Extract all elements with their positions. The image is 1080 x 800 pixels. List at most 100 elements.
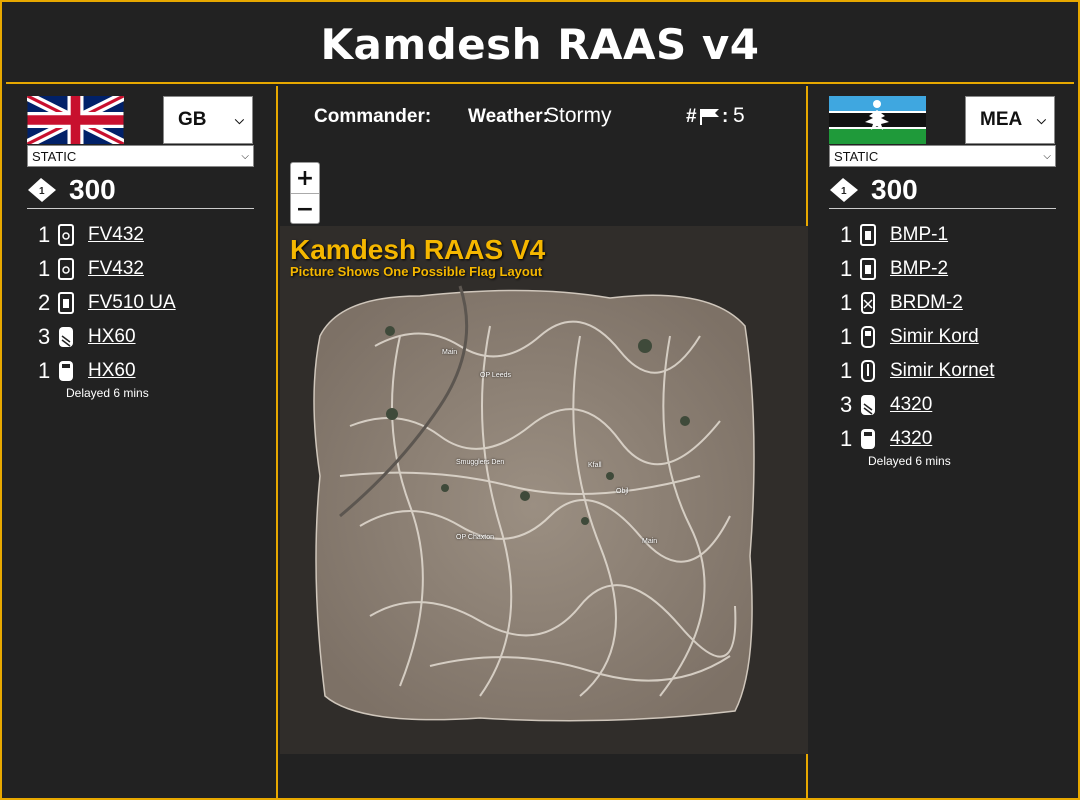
left-team-panel: GB ⌵ STATIC ⌵ 1 300 1 FV432 1 FV432 2 FV… xyxy=(6,86,274,798)
right-mode-value: STATIC xyxy=(834,148,879,164)
tracked-ifv-icon xyxy=(860,224,876,246)
unit-link[interactable]: 4320 xyxy=(890,428,932,450)
list-item: 1 HX60 xyxy=(38,354,258,388)
flags-colon: : xyxy=(722,106,729,127)
zoom-out-button[interactable]: − xyxy=(291,193,319,224)
right-team-panel: MEA ⌵ STATIC ⌵ 1 300 1 BMP-1 1 BMP-2 1 B… xyxy=(810,86,1076,798)
delay-note: Delayed 6 mins xyxy=(66,386,149,400)
unit-count: 1 xyxy=(840,426,853,451)
chevron-down-icon: ⌵ xyxy=(1043,150,1051,162)
unit-count: 1 xyxy=(38,256,51,281)
unit-link[interactable]: HX60 xyxy=(88,360,136,382)
page-header: Kamdesh RAAS v4 xyxy=(6,6,1074,84)
right-faction-value: MEA xyxy=(980,109,1023,130)
list-item: 3 4320 xyxy=(840,388,1060,422)
unit-count: 1 xyxy=(840,358,853,383)
unit-count: 1 xyxy=(840,222,853,247)
flags-label: # xyxy=(686,106,697,127)
transport-truck-icon xyxy=(861,429,875,449)
unit-count: 1 xyxy=(840,256,853,281)
ticket-icon: 1 xyxy=(830,178,858,202)
unit-count: 1 xyxy=(840,324,853,349)
map-title: Kamdesh RAAS V4 xyxy=(290,234,546,265)
unit-link[interactable]: 4320 xyxy=(890,394,932,416)
zoom-control: + − xyxy=(290,162,320,224)
list-item: 1 FV432 xyxy=(38,218,258,252)
list-item: 2 FV510 UA xyxy=(38,286,258,320)
transport-truck-icon xyxy=(59,361,73,381)
chevron-down-icon: ⌵ xyxy=(234,112,244,127)
unit-link[interactable]: Simir Kord xyxy=(890,326,979,348)
list-item: 1 BMP-2 xyxy=(840,252,1060,286)
weather-label: Weather: xyxy=(468,106,549,127)
map-flag-label: Main xyxy=(442,349,458,356)
flags-value: 5 xyxy=(733,104,745,127)
right-unit-list: 1 BMP-1 1 BMP-2 1 BRDM-2 1 Simir Kord 1 xyxy=(840,218,1060,468)
tracked-ifv-icon xyxy=(58,292,74,314)
flag-icon xyxy=(700,109,719,125)
unit-count: 1 xyxy=(38,222,51,247)
map-flag-label: Main xyxy=(642,538,658,545)
list-item: 3 HX60 xyxy=(38,320,258,354)
delay-note: Delayed 6 mins xyxy=(868,454,951,468)
weather-value: Stormy xyxy=(545,104,612,127)
left-mode-select[interactable]: STATIC ⌵ xyxy=(27,145,254,167)
svg-text:1: 1 xyxy=(841,186,847,197)
unit-link[interactable]: FV432 xyxy=(88,258,144,280)
left-faction-select[interactable]: GB ⌵ xyxy=(163,96,253,144)
page-title: Kamdesh RAAS v4 xyxy=(320,19,760,69)
unit-count: 1 xyxy=(38,358,51,383)
unit-link[interactable]: HX60 xyxy=(88,326,136,348)
info-bar: Commander: Weather: Stormy # : 5 xyxy=(314,104,784,134)
list-item: 1 4320 xyxy=(840,422,1060,456)
unit-link[interactable]: BMP-1 xyxy=(890,224,948,246)
unit-link[interactable]: Simir Kornet xyxy=(890,360,995,382)
unit-link[interactable]: FV432 xyxy=(88,224,144,246)
app-frame: Kamdesh RAAS v4 GB ⌵ STATIC ⌵ 1 300 1 FV… xyxy=(0,0,1080,800)
map-flag-label: OP Chaxton xyxy=(456,534,495,541)
zoom-in-button[interactable]: + xyxy=(291,163,319,193)
right-faction-select[interactable]: MEA ⌵ xyxy=(965,96,1055,144)
list-item: 1 BMP-1 xyxy=(840,218,1060,252)
map-flag-label: Kfall xyxy=(588,462,602,469)
list-item: 1 BRDM-2 xyxy=(840,286,1060,320)
list-item: 1 Simir Kord xyxy=(840,320,1060,354)
map-flag-label: Smugglers Den xyxy=(456,459,505,466)
right-tickets-value: 300 xyxy=(871,174,918,205)
wheeled-recon-icon xyxy=(861,292,875,314)
commander-label: Commander: xyxy=(314,106,432,127)
right-mode-select[interactable]: STATIC ⌵ xyxy=(829,145,1056,167)
map-image[interactable]: Kamdesh RAAS V4 Picture Shows One Possib… xyxy=(280,226,808,754)
left-mode-value: STATIC xyxy=(32,148,77,164)
list-item: 1 FV432 xyxy=(38,252,258,286)
tracked-apc-icon xyxy=(58,258,74,280)
list-item: 1 Simir Kornet xyxy=(840,354,1060,388)
unit-count: 2 xyxy=(38,290,51,315)
unit-link[interactable]: FV510 UA xyxy=(88,292,176,314)
tracked-apc-icon xyxy=(58,224,74,246)
unit-link[interactable]: BRDM-2 xyxy=(890,292,963,314)
svg-text:1: 1 xyxy=(39,186,45,197)
map-subtitle: Picture Shows One Possible Flag Layout xyxy=(290,264,543,279)
logistics-truck-icon xyxy=(59,327,73,347)
unit-count: 3 xyxy=(38,324,51,349)
tracked-ifv-icon xyxy=(860,258,876,280)
map-panel: Commander: Weather: Stormy # : 5 + − Kam… xyxy=(276,86,808,798)
left-unit-list: 1 FV432 1 FV432 2 FV510 UA 3 HX60 1 HX60… xyxy=(38,218,258,400)
mea-flag-icon xyxy=(829,96,926,144)
map-flag-label: OP Leeds xyxy=(480,372,512,379)
left-faction-value: GB xyxy=(178,109,207,130)
left-tickets: 1 300 xyxy=(27,172,254,209)
left-tickets-value: 300 xyxy=(69,174,116,205)
atgm-car-icon xyxy=(861,360,875,382)
logistics-truck-icon xyxy=(861,395,875,415)
armed-car-icon xyxy=(861,326,875,348)
map-flag-label: Objl xyxy=(616,488,629,495)
unit-link[interactable]: BMP-2 xyxy=(890,258,948,280)
map-terrain xyxy=(280,226,808,754)
gb-flag-icon xyxy=(27,96,124,144)
ticket-icon: 1 xyxy=(28,178,56,202)
chevron-down-icon: ⌵ xyxy=(1036,112,1046,127)
right-tickets: 1 300 xyxy=(829,172,1056,209)
chevron-down-icon: ⌵ xyxy=(241,150,249,162)
